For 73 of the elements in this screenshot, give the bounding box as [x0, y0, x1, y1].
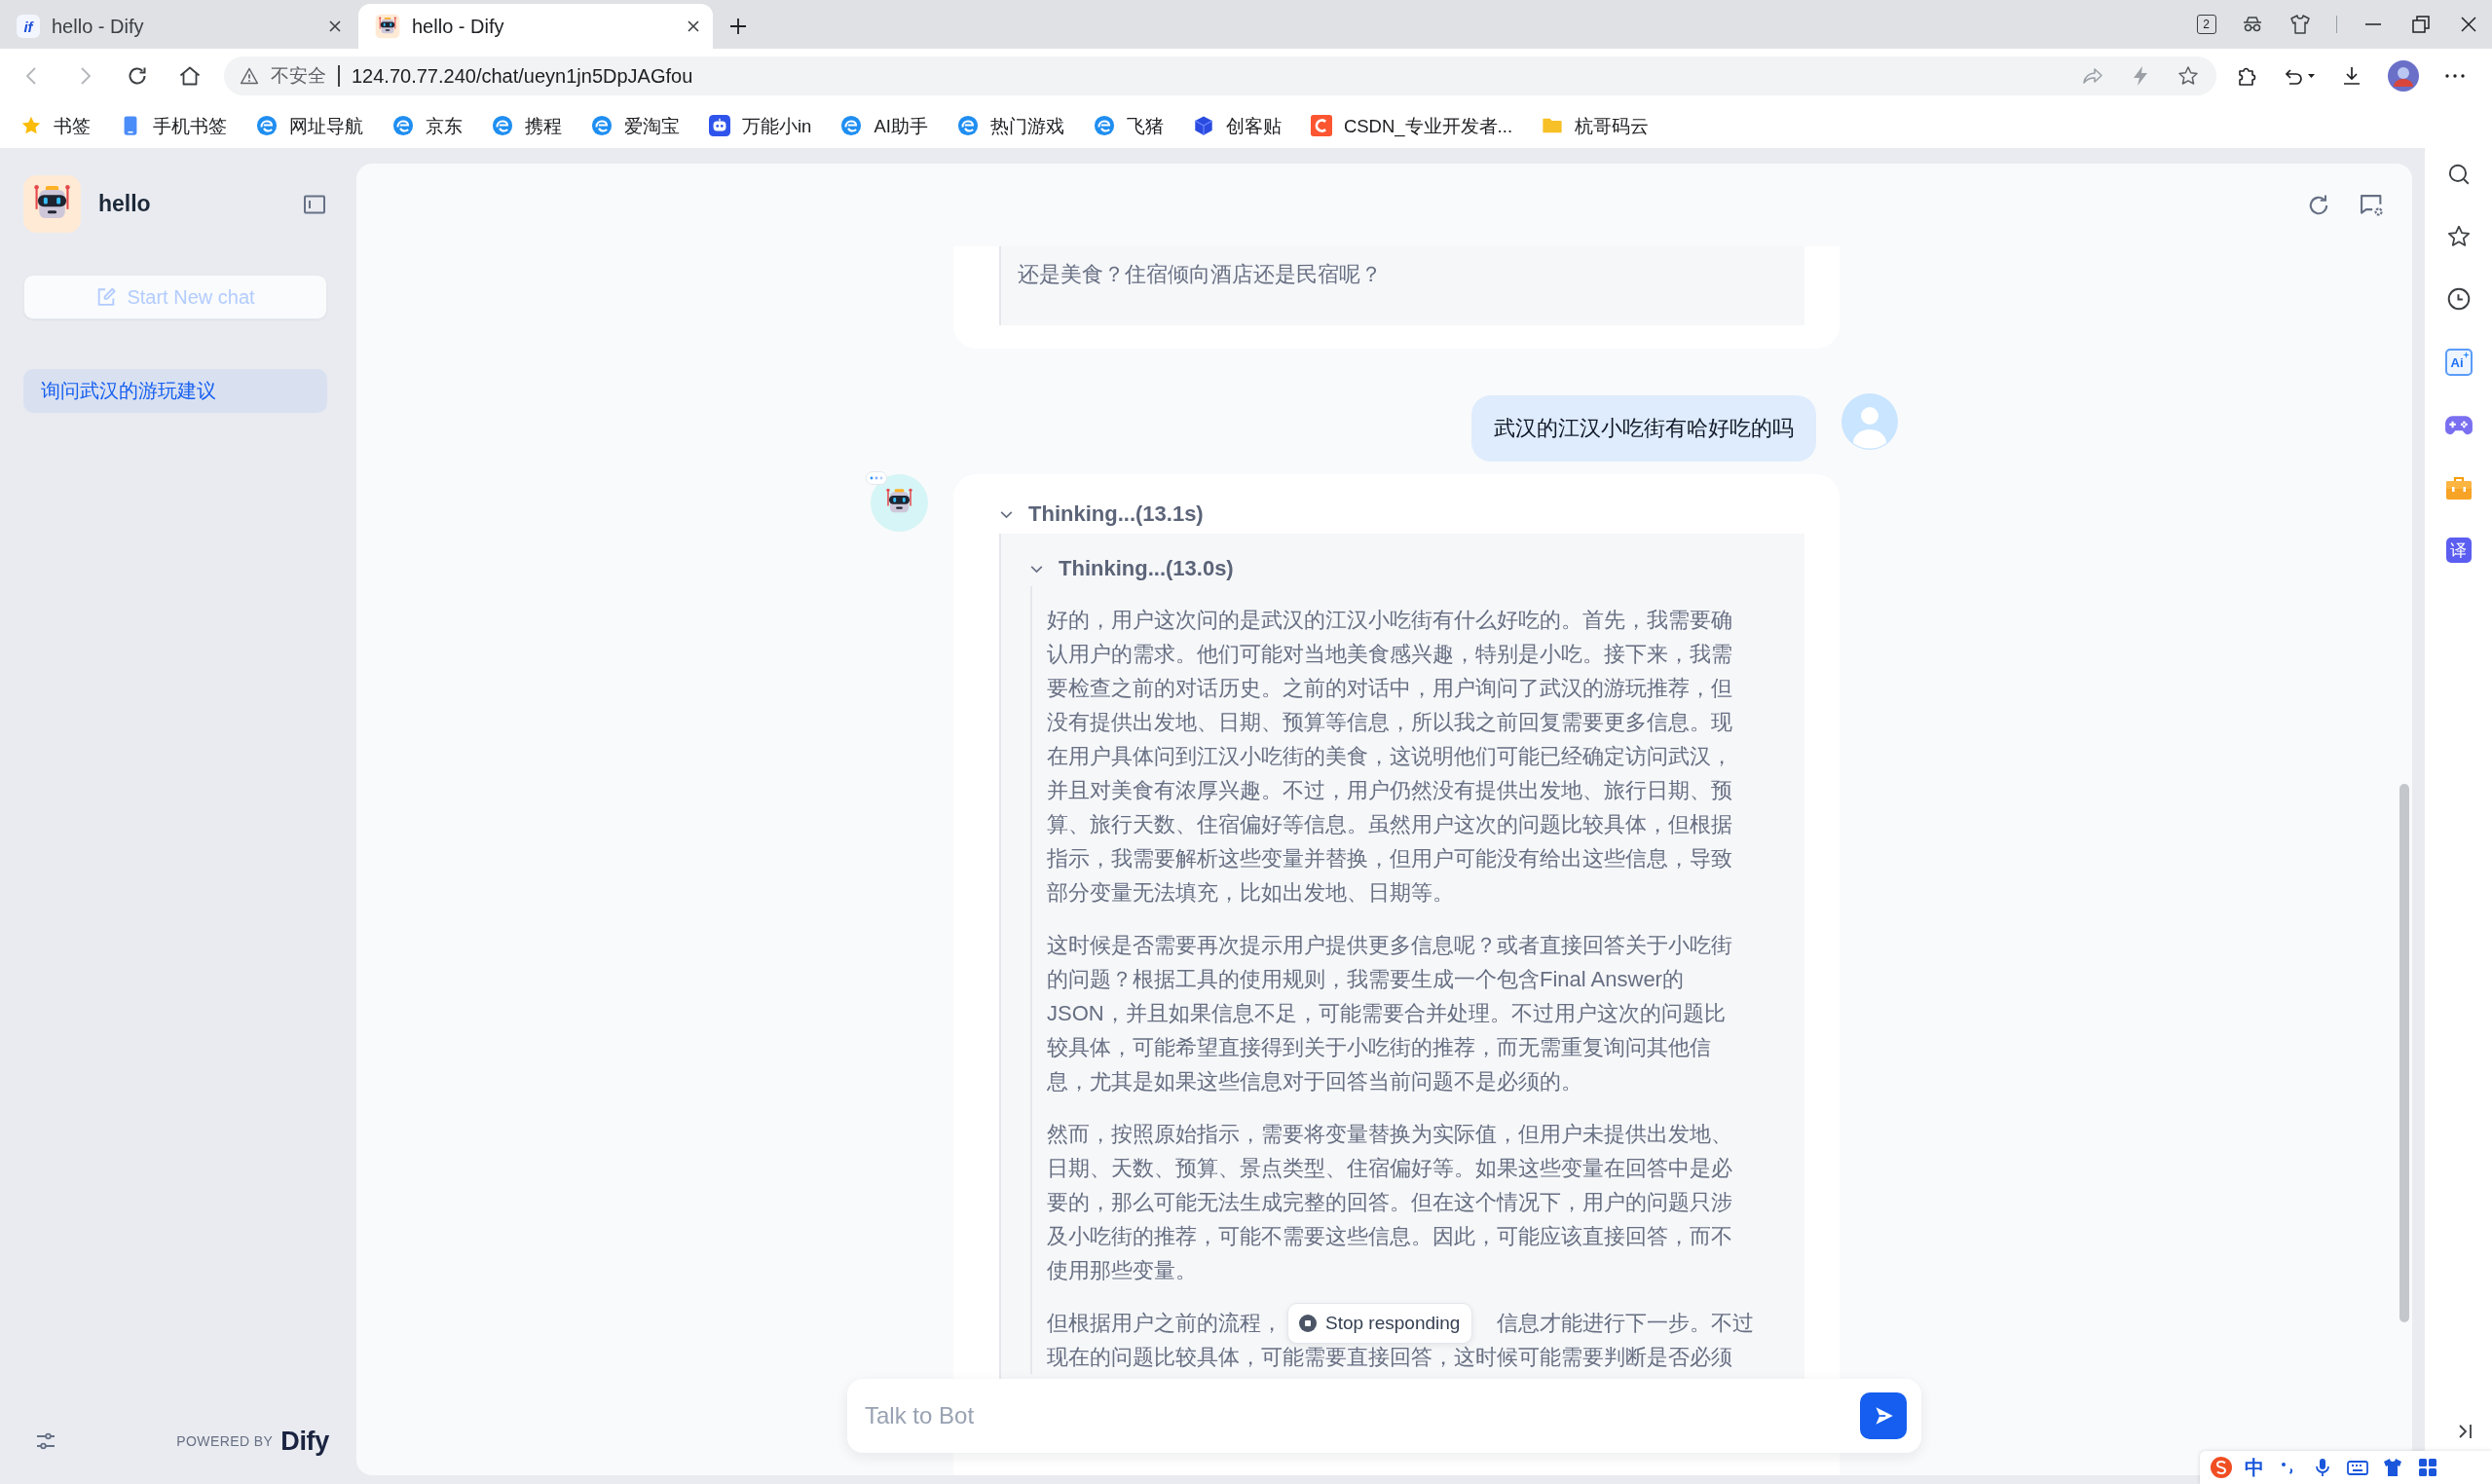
shirt-icon[interactable] [2381, 1456, 2404, 1479]
thinking-paragraph: 好的，用户这次问的是武汉的江汉小吃街有什么好吃的。首先，我需要确认用户的需求。他们可能对当地美食感兴趣，特别是小吃。接下来，我需要检查之前的对话历史。之前的对话中，用户询问了武汉的游玩推荐，但没有提供出发地、日期、预算等信息，所以我之前回复需要更多信息。现在用户具体问到江汉小吃街的美食，这说明他们可能已经确定访问武汉，并且对美食有浓厚兴趣。不过，用户仍然没有提供出发地、旅行日期、预算、旅行天数、住宿偏好等信息。虽然用户这次的问题比较具体，但根据指示，我需要解析这些变量并替换，但用户可能没有给出这些信息，导致部分变量无法填充，比如出发地、日期等。 [1047, 607, 1733, 907]
input-mode-label[interactable]: 中 [2245, 1454, 2264, 1481]
bookmark-link[interactable]: 创客贴 [1192, 113, 1282, 138]
bookmark-link[interactable]: 京东 [392, 113, 463, 138]
thinking-text: 但根据用户之前的流程， [1047, 1310, 1283, 1337]
bookmark-link[interactable]: 书签 [20, 113, 91, 138]
thinking-paragraph: 这时候是否需要再次提示用户提供更多信息呢？或者直接回答关于小吃街的问题？根据工具的使用规则，我需要生成一个包含Final Answer的JSON，并且如果信息不足，可能需要合并处理。不过用户这次的问题比较具体，可能希望直接得到关于小吃街的推荐，而无需重复询问其他信息，尤其是如果这些信息对于回答当前问题不是必须的。 [1047, 932, 1733, 1095]
input-method-icon[interactable] [2210, 1456, 2233, 1479]
swirl-icon [392, 115, 414, 136]
bookmark-link[interactable]: 热门游戏 [956, 113, 1064, 138]
security-label: 不安全 [271, 64, 326, 88]
bookmark-link[interactable]: AI助手 [840, 113, 928, 138]
browser-tab[interactable]: if hello - Dify [0, 4, 354, 49]
user-avatar-icon [1841, 393, 1898, 450]
stop-icon [1298, 1313, 1318, 1333]
send-button[interactable] [1860, 1392, 1907, 1439]
conversation-item[interactable]: 询问武汉的游玩建议 [23, 369, 327, 413]
swirl-icon [1093, 115, 1115, 136]
cube-icon [1192, 115, 1214, 136]
shirt-icon[interactable] [2287, 13, 2312, 36]
thinking-paragraph: 然而，按照原始指示，需要将变量替换为实际值，但用户未提供出发地、日期、天数、预算、景点类型、住宿偏好等。如果这些变量在回答中是必要的，那么可能无法生成完整的回答。但在这个情况下，用户的问题只涉及小吃街的推荐，可能不需要这些信息。因此，可能应该直接回答，而不使用那些变量。 [1047, 1121, 1733, 1284]
url-text: 124.70.77.240/chat/ueyn1jn5DpJAGfou [352, 64, 693, 88]
tab-count-button[interactable]: 2 [2196, 15, 2216, 34]
message-text: 还是美食？住宿倾向酒店还是民宿呢？ [1018, 261, 1383, 288]
warning-icon[interactable] [240, 66, 259, 86]
browser-tab[interactable]: hello - Dify [358, 4, 713, 49]
swirl-icon [492, 115, 513, 136]
brand-wordmark: Dify [280, 1426, 329, 1457]
close-icon[interactable] [327, 19, 343, 34]
user-message-bubble: 武汉的江汉小吃街有哈好吃的吗 [1471, 395, 1816, 462]
message-input[interactable]: Talk to Bot [865, 1394, 1848, 1437]
app-name: hello [98, 191, 151, 217]
bookmark-link[interactable]: 携程 [492, 113, 562, 138]
thinking-text: 现在的问题比较具体，可能需要直接回答，这时候可能需要判断是否必须 [1047, 1344, 1733, 1371]
thinking-toggle[interactable]: Thinking...(13.0s) [1001, 551, 1804, 586]
scrollbar-thumb[interactable] [2399, 784, 2409, 1322]
grid-icon[interactable] [2416, 1456, 2439, 1479]
restore-icon[interactable] [2409, 13, 2433, 36]
robot-icon [375, 14, 400, 39]
sparkle-icon [2462, 352, 2470, 358]
bookmark-link[interactable]: 飞猪 [1093, 113, 1164, 138]
profile-avatar[interactable] [2388, 60, 2419, 92]
star-icon[interactable] [2176, 64, 2200, 88]
swirl-icon [840, 115, 863, 136]
swirl-icon [956, 115, 979, 136]
bookmark-link[interactable]: 网址导航 [256, 113, 363, 138]
address-field[interactable]: 不安全 124.70.77.240/chat/ueyn1jn5DpJAGfou [224, 56, 2216, 95]
thinking-text: 信息才能进行下一步。不过 [1497, 1310, 1754, 1337]
bookmark-link[interactable]: CSDN_专业开发者... [1310, 113, 1513, 138]
bookmark-link[interactable]: 杭哥码云 [1542, 113, 1650, 138]
arc-tile-icon [1310, 115, 1332, 136]
bookmark-link[interactable]: 万能小in [709, 113, 812, 138]
robot-icon [709, 115, 730, 136]
clock-icon[interactable] [2445, 286, 2472, 312]
translate-button[interactable]: 译 [2445, 538, 2472, 563]
favicon: if [17, 15, 40, 38]
star-icon [20, 115, 42, 136]
app-robot-icon [23, 175, 81, 233]
bookmark-link[interactable]: 爱淘宝 [591, 113, 680, 138]
home-icon[interactable] [178, 64, 202, 88]
star-icon[interactable] [2445, 224, 2472, 249]
edit-icon [95, 286, 118, 308]
stop-button[interactable]: Stop responding [1287, 1302, 1473, 1344]
bookmark-link[interactable]: 手机书签 [120, 113, 227, 138]
chat-input-box[interactable]: Talk to Bot [847, 1379, 1921, 1453]
ai-button[interactable]: Ai [2444, 349, 2473, 376]
powered-by-label: POWERED BY [176, 1433, 274, 1449]
close-icon[interactable] [686, 19, 701, 34]
swirl-icon [591, 115, 613, 136]
swirl-icon [256, 115, 278, 136]
thinking-toggle[interactable]: Thinking...(13.1s) [998, 497, 1804, 532]
plus-icon[interactable] [728, 17, 748, 36]
